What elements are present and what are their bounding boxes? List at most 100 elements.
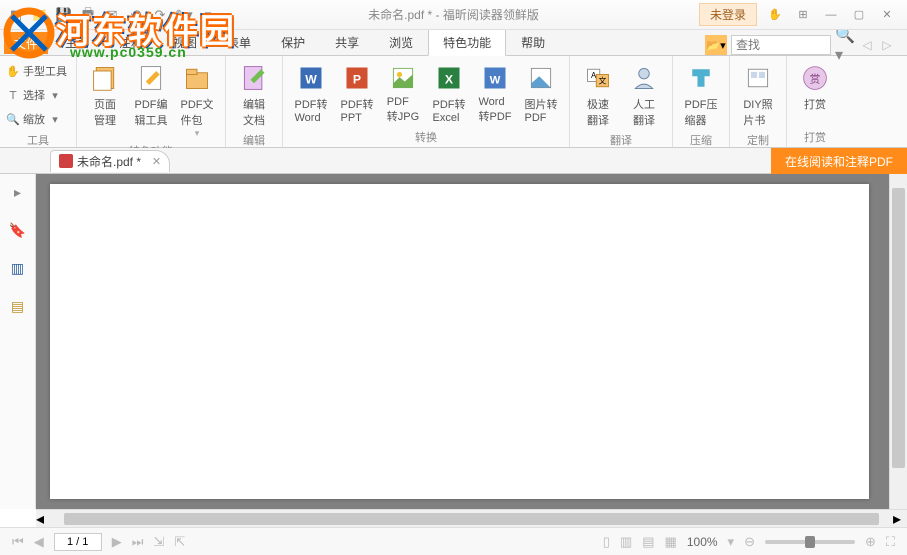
expand-sidebar-icon[interactable]: ▸ bbox=[8, 182, 28, 202]
reward-button[interactable]: 赏打赏 bbox=[793, 60, 837, 127]
tab-form[interactable]: 表单 bbox=[212, 29, 266, 55]
document-tab-label: 未命名.pdf * bbox=[77, 153, 141, 170]
diy-button[interactable]: DIY照 片书 bbox=[736, 60, 780, 130]
online-annotate-button[interactable]: 在线阅读和注释PDF bbox=[771, 148, 907, 174]
view-mode-3-icon[interactable]: ▤ bbox=[642, 534, 654, 550]
close-tab-icon[interactable]: ✕ bbox=[152, 155, 161, 168]
tab-comment[interactable]: 注释 bbox=[104, 29, 158, 55]
save-icon[interactable]: 💾 bbox=[54, 5, 74, 25]
minimize-icon[interactable]: — bbox=[821, 6, 841, 24]
human-translate-button[interactable]: 人工 翻译 bbox=[622, 60, 666, 130]
search-icon[interactable]: 🔍▾ bbox=[835, 35, 855, 55]
main-area: ▸ 🔖 ▥ ▤ bbox=[0, 174, 907, 509]
reward-icon: 赏 bbox=[799, 62, 831, 94]
page-management-button[interactable]: 页面 管理 bbox=[83, 60, 127, 141]
next-page-icon[interactable]: ▶ bbox=[112, 534, 122, 550]
excel-icon: X bbox=[433, 62, 465, 94]
open-icon[interactable]: 📁 bbox=[30, 5, 50, 25]
collapse-icon[interactable]: ⇲ bbox=[153, 534, 164, 550]
comments-panel-icon[interactable]: ▤ bbox=[8, 296, 28, 316]
search-input[interactable] bbox=[731, 35, 831, 55]
email-icon[interactable]: ✉ bbox=[102, 5, 122, 25]
prev-page-icon[interactable]: ◀ bbox=[34, 534, 44, 550]
zoom-slider[interactable] bbox=[765, 540, 855, 544]
horizontal-scroll-thumb[interactable] bbox=[64, 513, 879, 525]
edit-doc-button[interactable]: 编辑 文档 bbox=[232, 60, 276, 130]
prev-result-icon[interactable]: ◁ bbox=[859, 38, 875, 52]
ribbon-group-edit: 编辑 文档 编辑 bbox=[226, 56, 283, 147]
next-result-icon[interactable]: ▷ bbox=[879, 38, 895, 52]
ribbon-group-reward: 赏打赏 打赏 bbox=[787, 56, 843, 147]
compress-button[interactable]: PDF压 缩器 bbox=[679, 60, 723, 130]
pdf-edit-tool-button[interactable]: PDF编 辑工具 bbox=[129, 60, 173, 141]
document-tab-strip: 未命名.pdf * ✕ 在线阅读和注释PDF bbox=[0, 148, 907, 174]
view-mode-1-icon[interactable]: ▯ bbox=[603, 534, 610, 550]
qat-dropdown-icon[interactable]: ▾ bbox=[198, 5, 218, 25]
zoom-slider-thumb[interactable] bbox=[805, 536, 815, 548]
img-to-pdf-button[interactable]: 图片转 PDF bbox=[519, 60, 563, 127]
grid-icon[interactable]: ⊞ bbox=[793, 6, 813, 24]
redo-icon[interactable]: ↷ bbox=[150, 5, 170, 25]
zoom-in-icon[interactable]: ⊕ bbox=[865, 534, 876, 550]
page-number-input[interactable] bbox=[54, 533, 102, 551]
zoom-out-icon[interactable]: ⊖ bbox=[744, 534, 755, 550]
photo-book-icon bbox=[742, 62, 774, 94]
select-tool[interactable]: Ｔ选择▾ bbox=[6, 84, 70, 106]
zoom-dropdown-icon[interactable]: ▾ bbox=[728, 534, 735, 550]
jpg-icon bbox=[387, 62, 419, 94]
undo-icon[interactable]: ↶ bbox=[126, 5, 146, 25]
pdf-page[interactable] bbox=[50, 184, 869, 499]
fullscreen-icon[interactable]: ⛶ bbox=[886, 534, 895, 550]
document-tab[interactable]: 未命名.pdf * ✕ bbox=[50, 150, 170, 172]
ribbon-group-compress: PDF压 缩器 压缩 bbox=[673, 56, 730, 147]
fast-translate-icon: A文 bbox=[582, 62, 614, 94]
svg-text:W: W bbox=[490, 74, 501, 86]
file-tab[interactable]: 文件 bbox=[4, 32, 48, 54]
pdf-file-icon bbox=[59, 154, 73, 168]
ribbon-group-custom: DIY照 片书 定制 bbox=[730, 56, 787, 147]
zoom-icon: 🔍 bbox=[6, 112, 20, 126]
expand-icon[interactable]: ⇱ bbox=[174, 534, 185, 550]
first-page-icon[interactable]: ⏮ bbox=[12, 534, 24, 550]
vertical-scroll-thumb[interactable] bbox=[892, 188, 905, 468]
svg-text:P: P bbox=[353, 72, 361, 86]
pdf-to-word-button[interactable]: WPDF转 Word bbox=[289, 60, 333, 127]
page-icon bbox=[89, 62, 121, 94]
hand-tool-icon[interactable]: ✋ bbox=[765, 6, 785, 24]
tab-browse[interactable]: 浏览 bbox=[374, 29, 428, 55]
brush-icon[interactable]: ✎▾ bbox=[174, 5, 194, 25]
tab-feature[interactable]: 特色功能 bbox=[428, 29, 506, 56]
maximize-icon[interactable]: ▢ bbox=[849, 6, 869, 24]
tab-view[interactable]: 视图 bbox=[158, 29, 212, 55]
fast-translate-button[interactable]: A文极速 翻译 bbox=[576, 60, 620, 130]
zoom-tool[interactable]: 🔍缩放▾ bbox=[6, 108, 70, 130]
pdf-to-ppt-button[interactable]: PPDF转 PPT bbox=[335, 60, 379, 127]
group-label-edit: 编辑 bbox=[232, 130, 276, 150]
svg-text:赏: 赏 bbox=[810, 73, 821, 85]
tab-home[interactable]: 主页 bbox=[50, 29, 104, 55]
pdf-to-jpg-button[interactable]: PDF 转JPG bbox=[381, 60, 425, 127]
svg-text:W: W bbox=[305, 72, 317, 86]
pdf-to-excel-button[interactable]: XPDF转 Excel bbox=[427, 60, 471, 127]
horizontal-scrollbar[interactable]: ◂ ▸ bbox=[36, 509, 907, 527]
vertical-scrollbar[interactable] bbox=[889, 174, 907, 509]
view-mode-2-icon[interactable]: ▥ bbox=[620, 534, 632, 550]
tab-protect[interactable]: 保护 bbox=[266, 29, 320, 55]
ribbon-group-convert: WPDF转 Word PPDF转 PPT PDF 转JPG XPDF转 Exce… bbox=[283, 56, 570, 147]
search-folder-icon[interactable]: 📂▾ bbox=[705, 35, 727, 55]
close-icon[interactable]: ✕ bbox=[877, 6, 897, 24]
human-translate-icon bbox=[628, 62, 660, 94]
package-icon bbox=[181, 62, 213, 94]
pdf-package-button[interactable]: PDF文 件包▾ bbox=[175, 60, 219, 141]
pages-panel-icon[interactable]: ▥ bbox=[8, 258, 28, 278]
navigation-sidebar: ▸ 🔖 ▥ ▤ bbox=[0, 174, 36, 509]
word-to-pdf-button[interactable]: WWord 转PDF bbox=[473, 60, 517, 127]
bookmarks-icon[interactable]: 🔖 bbox=[8, 220, 28, 240]
login-button[interactable]: 未登录 bbox=[699, 3, 757, 26]
print-icon[interactable]: 🖶 bbox=[78, 5, 98, 25]
tab-help[interactable]: 帮助 bbox=[506, 29, 560, 55]
tab-share[interactable]: 共享 bbox=[320, 29, 374, 55]
last-page-icon[interactable]: ⏭ bbox=[132, 534, 144, 550]
view-mode-4-icon[interactable]: ▦ bbox=[665, 534, 677, 550]
hand-tool[interactable]: ✋手型工具 bbox=[6, 60, 70, 82]
